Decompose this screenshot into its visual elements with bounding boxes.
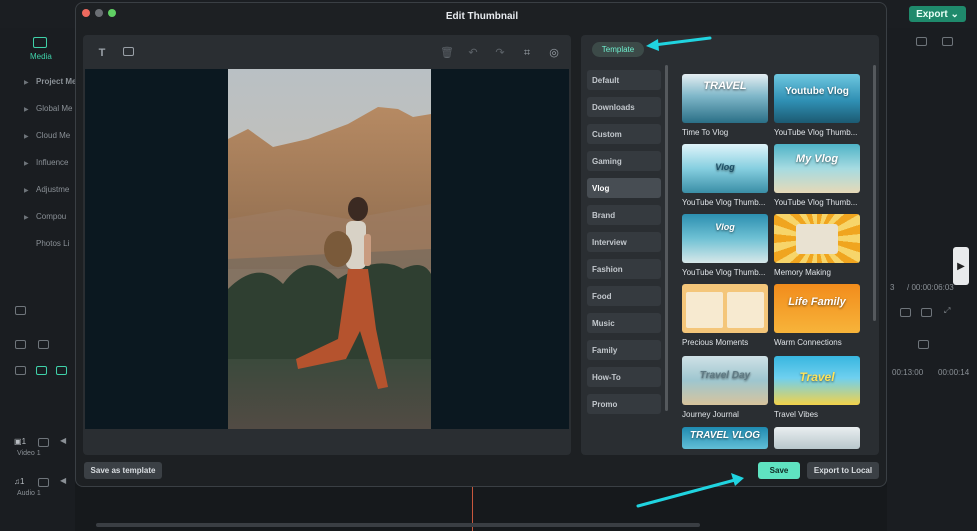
annotation-arrow-template	[652, 36, 712, 47]
annotation-arrow-save	[636, 478, 737, 508]
annotation-arrows	[636, 36, 744, 508]
arrowhead	[646, 39, 659, 51]
